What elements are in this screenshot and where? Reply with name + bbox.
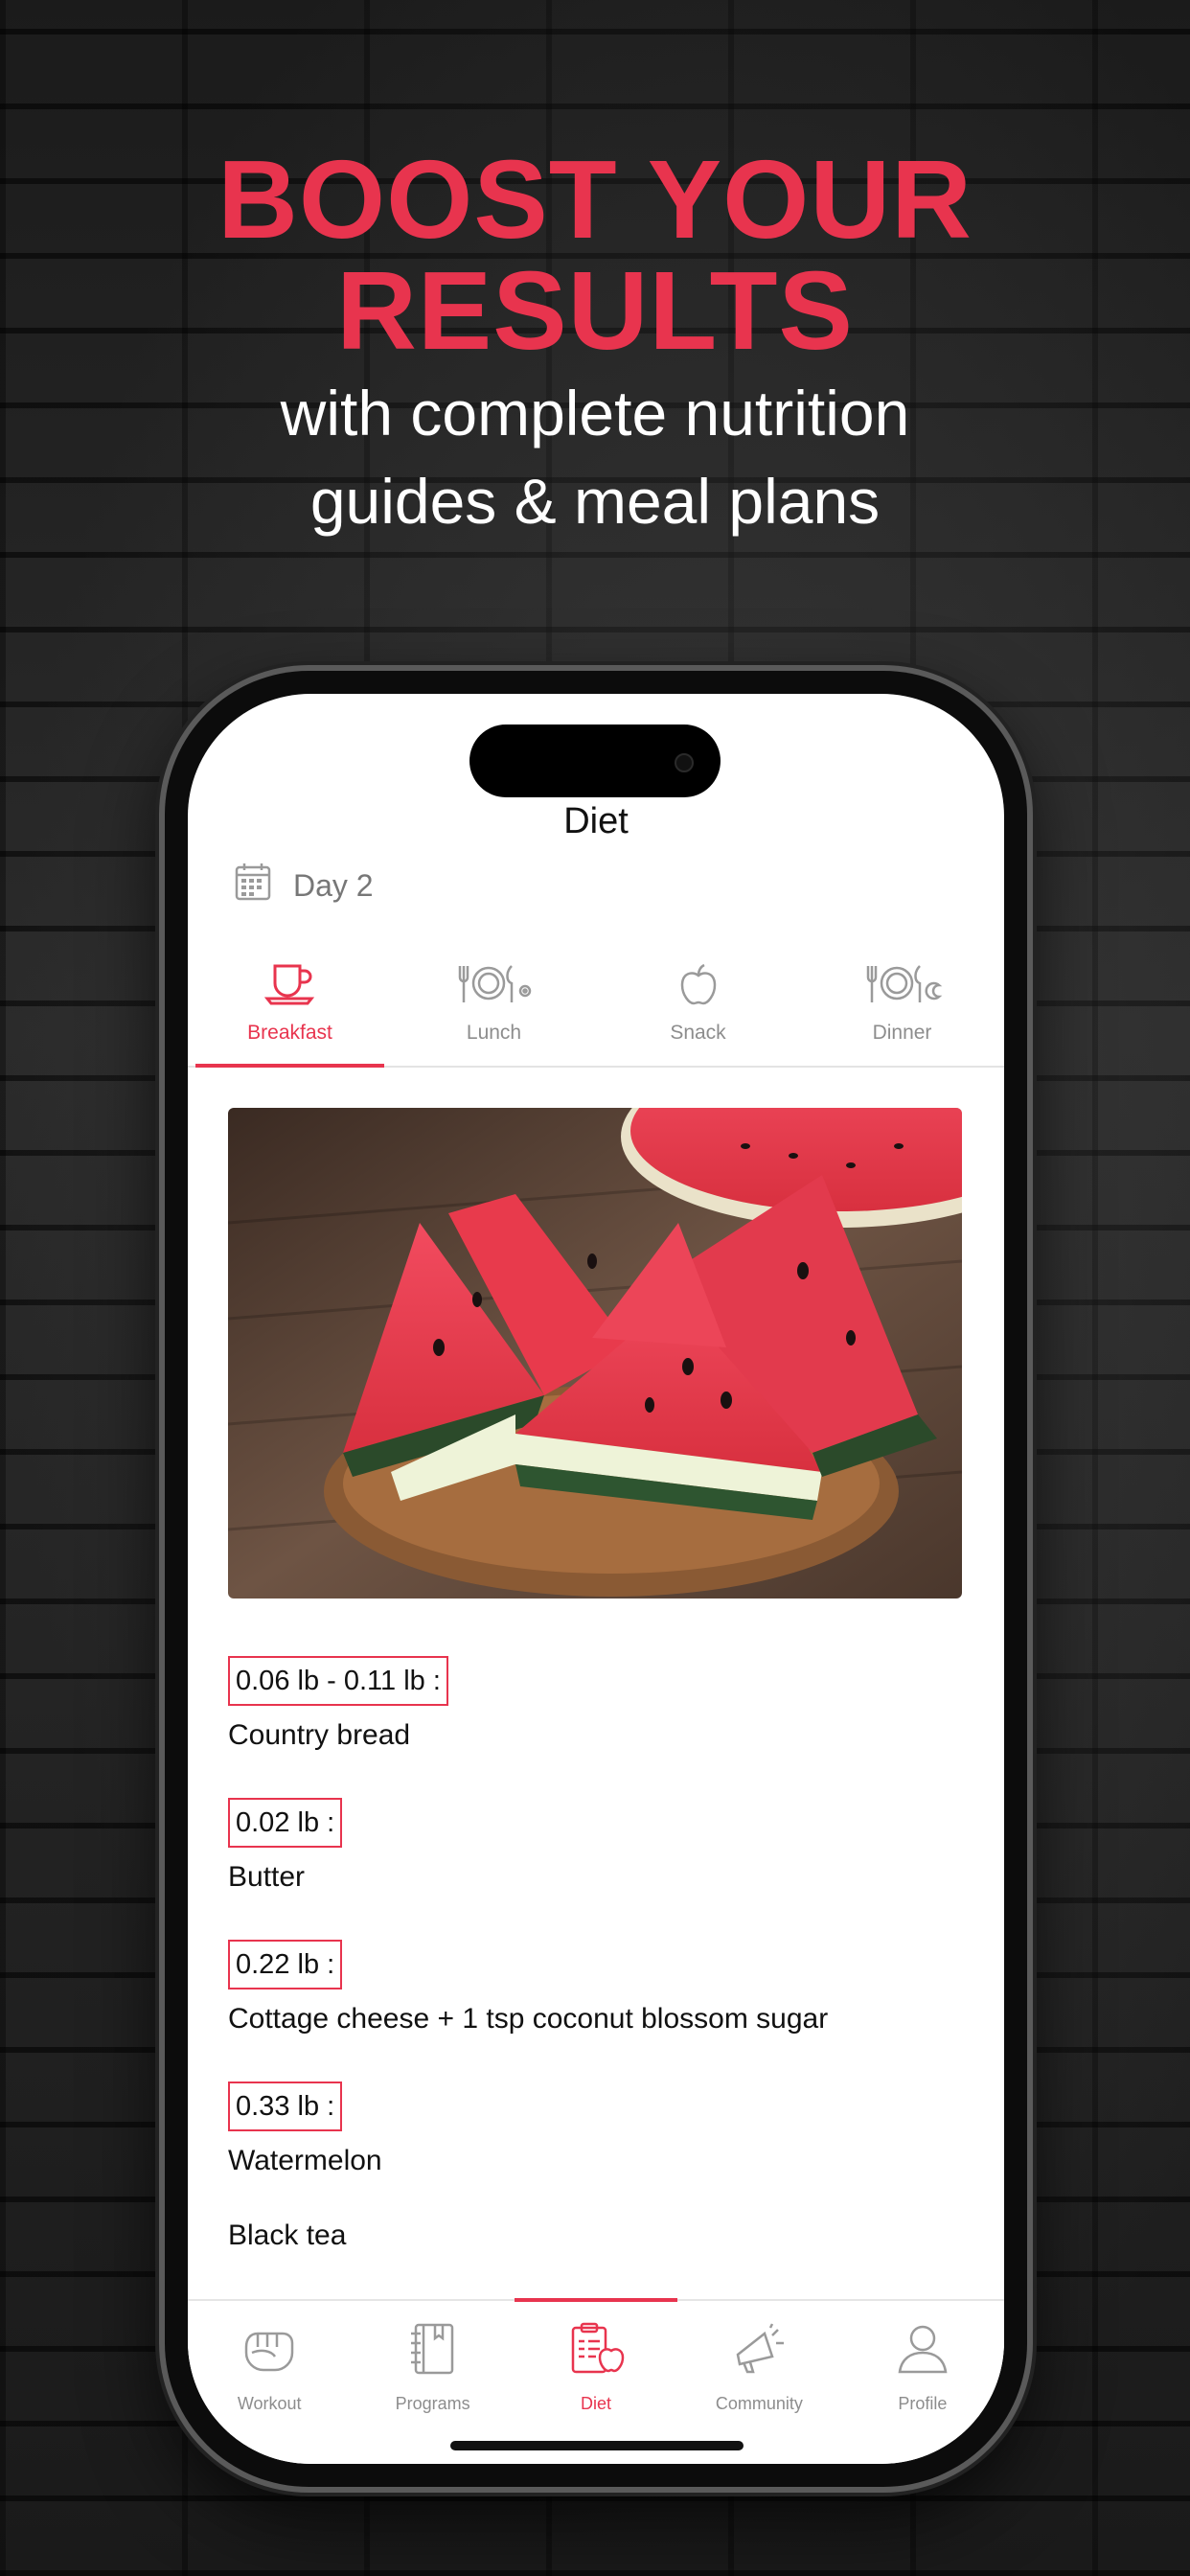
nav-label: Workout [237,2394,302,2413]
quantity-label: 0.02 lb : [228,1798,343,1848]
meal-photo [228,1108,962,1598]
nav-label: Diet [581,2394,612,2413]
notebook-icon [406,2322,460,2380]
fist-icon [240,2322,298,2380]
tab-snack[interactable]: Snack [596,953,800,1066]
nav-label: Programs [395,2394,470,2413]
tab-dinner[interactable]: Dinner [800,953,1004,1066]
tab-breakfast[interactable]: Breakfast [188,953,392,1068]
day-label: Day 2 [293,867,374,903]
diet-clipboard-icon [567,2322,625,2380]
nav-workout[interactable]: Workout [188,2301,351,2464]
promo-subheadline: with complete nutrition guides & meal pl… [0,369,1190,545]
subheadline-line-1: with complete nutrition [280,378,910,448]
nav-label: Profile [898,2394,948,2413]
quantity-label: 0.06 lb - 0.11 lb : [228,1656,448,1706]
quantity-label: 0.33 lb : [228,2082,343,2131]
list-item: 0.22 lb : Cottage cheese + 1 tsp coconut… [228,1940,964,2036]
bottom-nav: Workout Programs Diet Community Profile [188,2298,1004,2464]
nav-diet[interactable]: Diet [514,2298,678,2464]
page-title: Diet [563,801,629,841]
calendar-icon [234,862,272,909]
dynamic-island [469,724,721,797]
food-name: Cottage cheese + 1 tsp coconut blossom s… [228,2003,829,2035]
megaphone-icon [730,2322,788,2380]
extra-item: Black tea [228,2220,347,2251]
nav-programs[interactable]: Programs [351,2301,514,2464]
headline-line-1: BOOST YOUR [217,137,973,262]
tab-label: Lunch [466,1022,522,1044]
food-name: Watermelon [228,2145,382,2176]
list-item: 0.02 lb : Butter [228,1798,964,1894]
meal-tabs: Breakfast Lunch Snack Dinner [188,953,1004,1068]
nav-label: Community [715,2394,803,2413]
plate-cutlery-icon [454,960,535,1008]
plate-moon-icon [862,960,943,1008]
cup-icon [263,960,317,1008]
nav-profile[interactable]: Profile [841,2301,1004,2464]
person-icon [896,2322,950,2380]
food-name: Country bread [228,1719,411,1751]
tab-label: Dinner [872,1022,932,1044]
headline-line-2: RESULTS [336,248,854,373]
quantity-label: 0.22 lb : [228,1940,343,1990]
list-item: 0.06 lb - 0.11 lb : Country bread [228,1656,964,1752]
promo-headline: BOOST YOUR RESULTS [0,144,1190,366]
tab-lunch[interactable]: Lunch [392,953,596,1066]
phone-frame: Diet Day 2 Breakfast Lunch Snack Dinner … [165,671,1027,2487]
list-item: 0.33 lb : Watermelon [228,2082,964,2177]
tab-label: Breakfast [247,1022,332,1044]
tab-label: Snack [670,1022,726,1044]
meal-items: 0.06 lb - 0.11 lb : Country bread 0.02 l… [228,1656,964,2252]
nav-community[interactable]: Community [677,2301,840,2464]
subheadline-line-2: guides & meal plans [309,466,881,537]
phone-screen: Diet Day 2 Breakfast Lunch Snack Dinner … [188,694,1004,2464]
home-indicator[interactable] [450,2441,744,2450]
food-name: Butter [228,1861,306,1893]
apple-icon [678,960,719,1008]
camera-dot [675,753,694,772]
day-selector[interactable]: Day 2 [234,857,374,914]
